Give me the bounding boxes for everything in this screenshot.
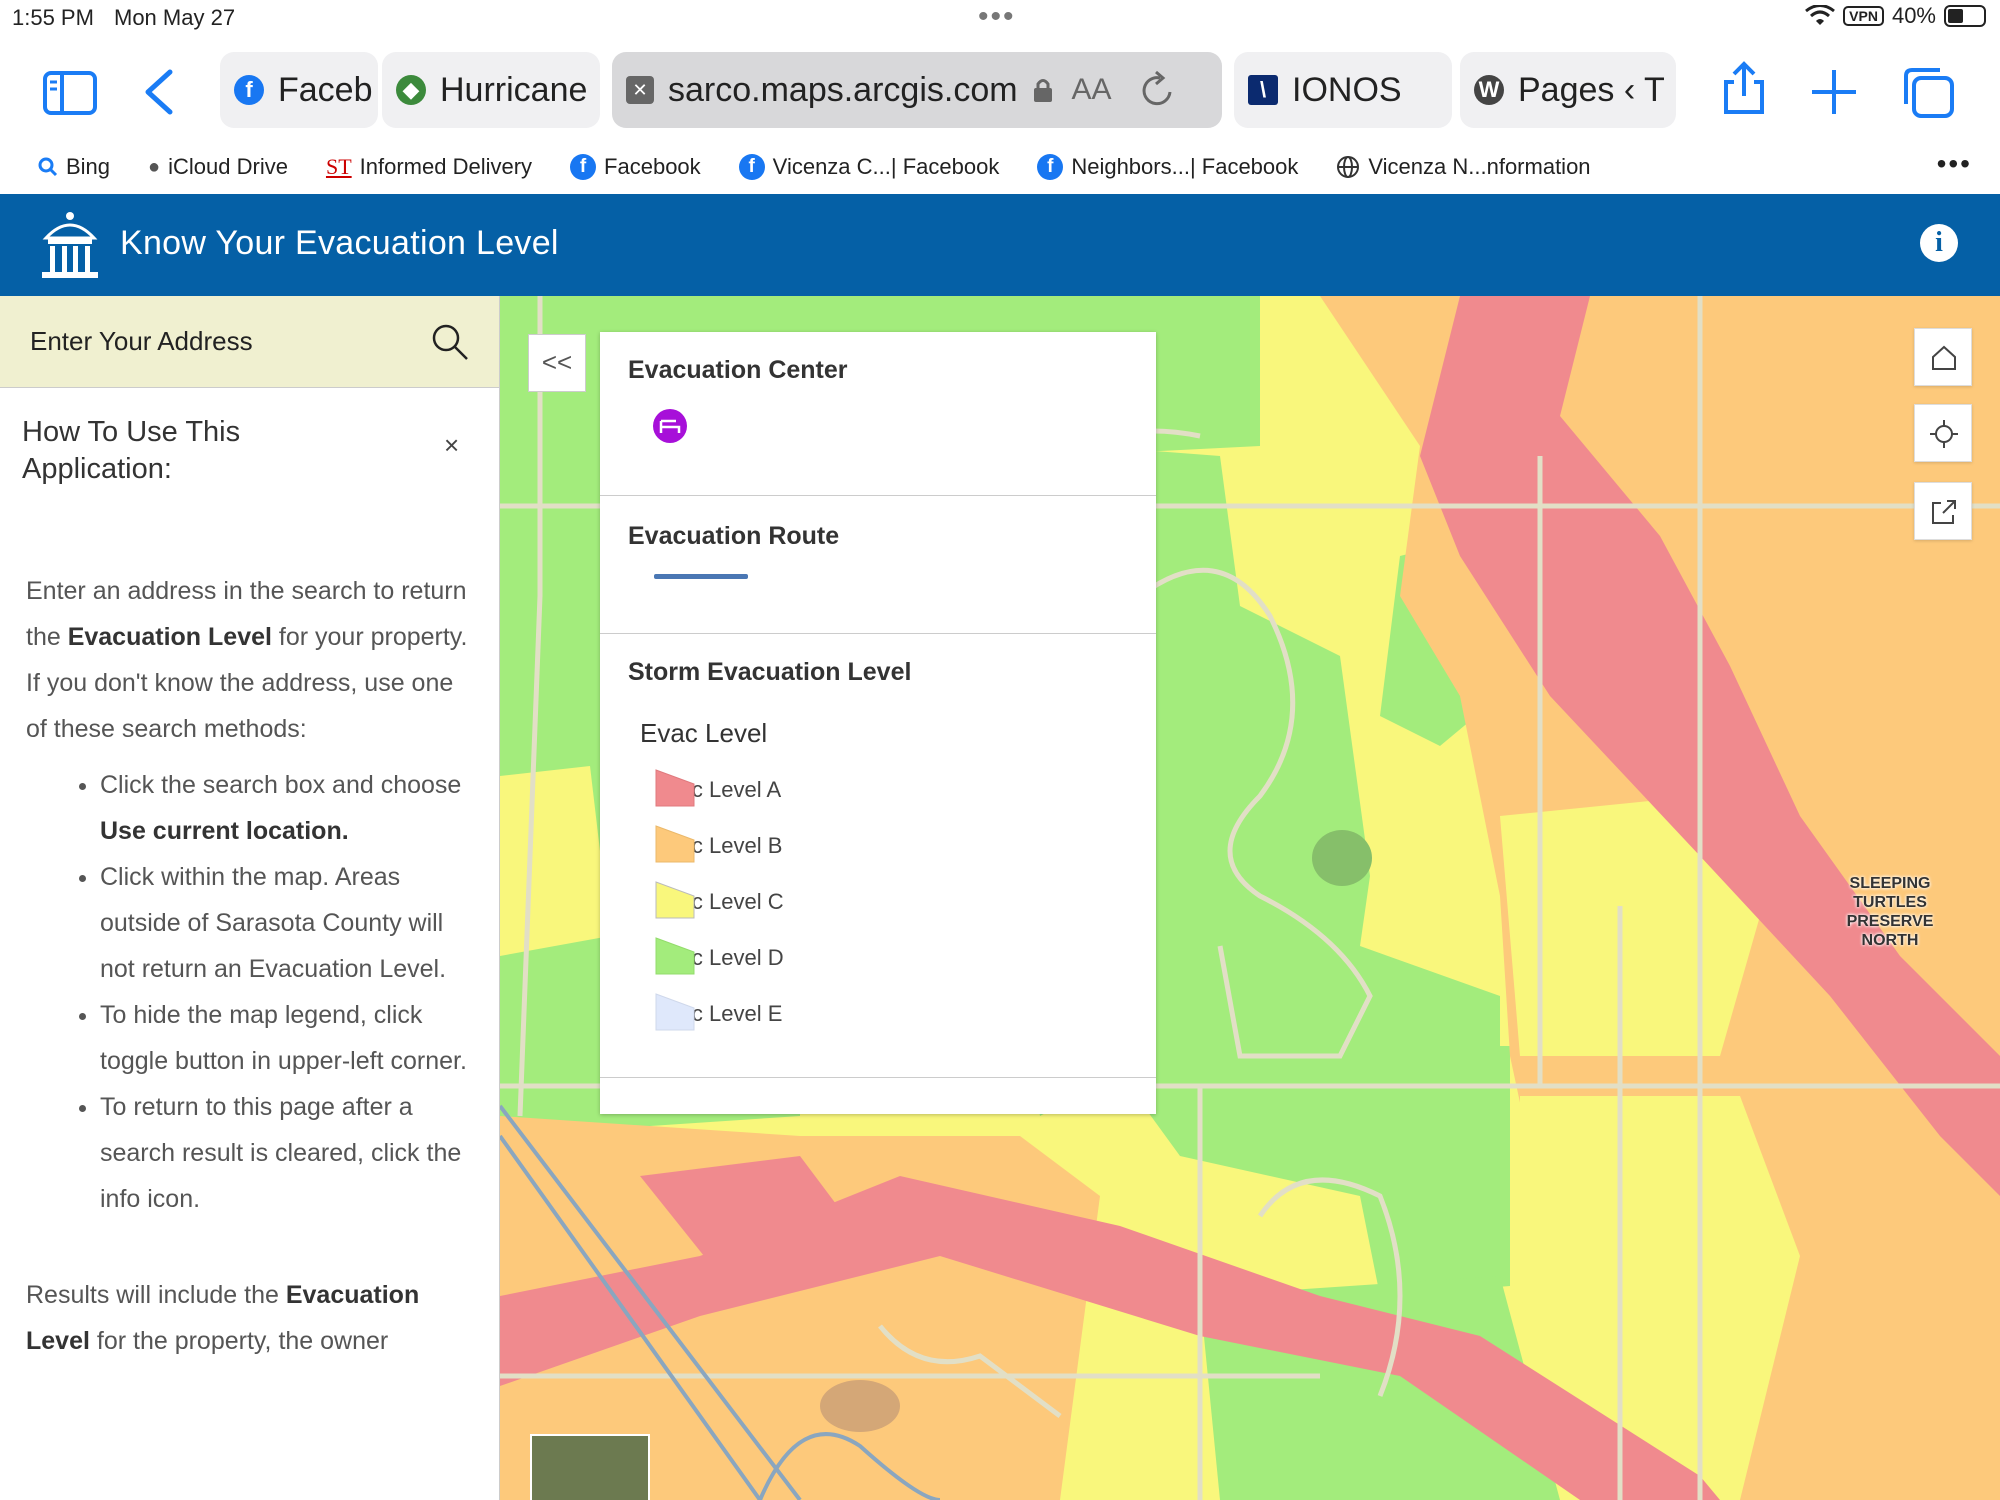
favorite-neighbors[interactable]: f Neighbors...| Facebook (1037, 154, 1298, 180)
list-item: To hide the map legend, click toggle but… (100, 992, 476, 1084)
evacuation-map[interactable]: SLEEPING TURTLES PRESERVE NORTH << Evacu… (500, 296, 2000, 1500)
favorites-bar: Bing ● iCloud Drive ST Informed Delivery… (0, 140, 2000, 194)
tab-overview-icon[interactable] (1900, 64, 1956, 120)
locate-icon (1930, 420, 1958, 448)
legend-item-level-d: Evac Level D (654, 936, 784, 980)
map-place-label: SLEEPING TURTLES PRESERVE NORTH (1846, 875, 1934, 949)
sidebar-toggle-icon[interactable] (42, 64, 98, 120)
list-item: Click the search box and choose Use curr… (100, 762, 476, 854)
legend-title: Storm Evacuation Level (628, 658, 912, 686)
wifi-icon (1805, 5, 1836, 25)
legend-subtitle: Evac Level (640, 718, 768, 748)
county-seal-icon: ◆ (396, 75, 426, 105)
facebook-icon: f (1037, 154, 1064, 180)
home-icon (1932, 345, 1956, 370)
legend-section-storm: Storm Evacuation Level Evac Level Evac L… (600, 634, 1156, 1078)
county-logo-icon (42, 212, 98, 278)
info-icon[interactable]: i (1920, 224, 1958, 262)
evacuation-center-icon (653, 409, 687, 443)
basemap-thumbnail[interactable] (530, 1434, 650, 1500)
share-map-button[interactable] (1914, 482, 1972, 540)
favorite-facebook[interactable]: f Facebook (570, 154, 701, 180)
map-legend: Evacuation Center Evacuation Route Storm… (600, 332, 1156, 1114)
favorite-bing[interactable]: Bing (38, 154, 110, 180)
legend-title: Evacuation Route (628, 522, 840, 550)
apple-icon: ● (148, 155, 161, 178)
legend-item-level-c: Evac Level C (654, 880, 784, 924)
help-paragraph-1: Enter an address in the search to return… (26, 577, 468, 651)
share-icon (1932, 500, 1956, 524)
tab-pages[interactable]: W Pages ‹ T (1460, 52, 1676, 128)
reload-icon[interactable] (1138, 70, 1178, 110)
level-e-swatch (655, 993, 695, 1031)
tab-hurricane[interactable]: ◆ Hurricane (382, 52, 600, 128)
more-favorites-icon[interactable]: ••• (1937, 148, 1972, 180)
tab-label: Hurricane (440, 70, 588, 109)
legend-section-center: Evacuation Center (600, 332, 1156, 496)
tab-label: IONOS (1292, 70, 1402, 109)
legend-toggle-button[interactable]: << (528, 334, 586, 392)
battery-icon (1944, 5, 1986, 27)
close-tab-icon[interactable]: ✕ (626, 76, 654, 104)
facebook-icon: f (738, 154, 765, 180)
level-d-swatch (655, 937, 695, 975)
favorite-vicenza-n[interactable]: Vicenza N...nformation (1336, 154, 1591, 180)
legend-item-level-b: Evac Level B (654, 824, 782, 868)
tab-label: Pages ‹ T (1518, 70, 1665, 109)
search-icon[interactable] (430, 322, 470, 362)
locate-button[interactable] (1914, 404, 1972, 462)
evacuation-route-swatch (654, 574, 748, 579)
tab-label: Faceb (278, 70, 373, 109)
new-tab-icon[interactable] (1806, 64, 1862, 120)
share-icon[interactable] (1716, 60, 1772, 116)
favorite-vicenza-c[interactable]: f Vicenza C...| Facebook (738, 154, 999, 180)
tab-active-arcgis[interactable]: ✕ sarco.maps.arcgis.com AA (612, 52, 1222, 128)
level-b-swatch (655, 825, 695, 863)
search-icon (38, 157, 58, 177)
tab-facebook[interactable]: f Faceb (220, 52, 378, 128)
tab-ionos[interactable]: \ IONOS (1234, 52, 1452, 128)
help-paragraph-3: Results will include the Evacuation Leve… (26, 1281, 420, 1355)
address-search-input[interactable]: Enter Your Address (0, 296, 499, 388)
close-icon[interactable]: × (444, 430, 459, 461)
address-bar-url[interactable]: sarco.maps.arcgis.com (668, 71, 1018, 110)
list-item: Click within the map. Areas outside of S… (100, 854, 476, 992)
lock-icon (1033, 79, 1052, 102)
status-time: 1:55 PM (12, 5, 94, 30)
vpn-badge: VPN (1843, 6, 1884, 26)
legend-title: Evacuation Center (628, 356, 848, 384)
status-bar: 1:55 PM Mon May 27 ••• VPN 40% (0, 0, 2000, 38)
ionos-icon: \ (1248, 75, 1278, 105)
back-icon[interactable] (134, 64, 190, 120)
facebook-icon: f (570, 154, 597, 180)
level-a-swatch (655, 769, 695, 807)
help-paragraph-2: If you don't know the address, use one o… (26, 669, 454, 743)
usps-icon: ST (325, 154, 352, 179)
multitasking-dots-icon[interactable]: ••• (978, 0, 1016, 34)
battery-percent: 40% (1891, 3, 1936, 28)
favorite-informed-delivery[interactable]: ST Informed Delivery (326, 154, 532, 180)
status-date: Mon May 27 (114, 5, 236, 30)
sidebar-panel: Enter Your Address How To Use This Appli… (0, 296, 500, 1500)
text-size-button[interactable]: AA (1072, 73, 1112, 107)
help-text: Enter an address in the search to return… (26, 568, 476, 1364)
globe-icon (1337, 156, 1360, 178)
home-button[interactable] (1914, 328, 1972, 386)
legend-item-level-a: Evac Level A (654, 768, 781, 812)
facebook-icon: f (234, 75, 264, 105)
legend-section-route: Evacuation Route (600, 496, 1156, 634)
legend-item-level-e: Evac Level E (654, 992, 782, 1036)
app-header: Know Your Evacuation Level i (0, 194, 2000, 296)
how-to-title: How To Use This Application: (22, 416, 241, 485)
wordpress-icon: W (1474, 75, 1504, 105)
list-item: To return to this page after a search re… (100, 1084, 476, 1222)
level-c-swatch (655, 881, 695, 919)
app-title: Know Your Evacuation Level (120, 224, 559, 262)
search-placeholder: Enter Your Address (30, 326, 253, 356)
help-list: Click the search box and choose Use curr… (26, 762, 476, 1222)
browser-toolbar: f Faceb ◆ Hurricane ✕ sarco.maps.arcgis.… (0, 38, 2000, 138)
favorite-icloud[interactable]: ● iCloud Drive (148, 154, 288, 180)
